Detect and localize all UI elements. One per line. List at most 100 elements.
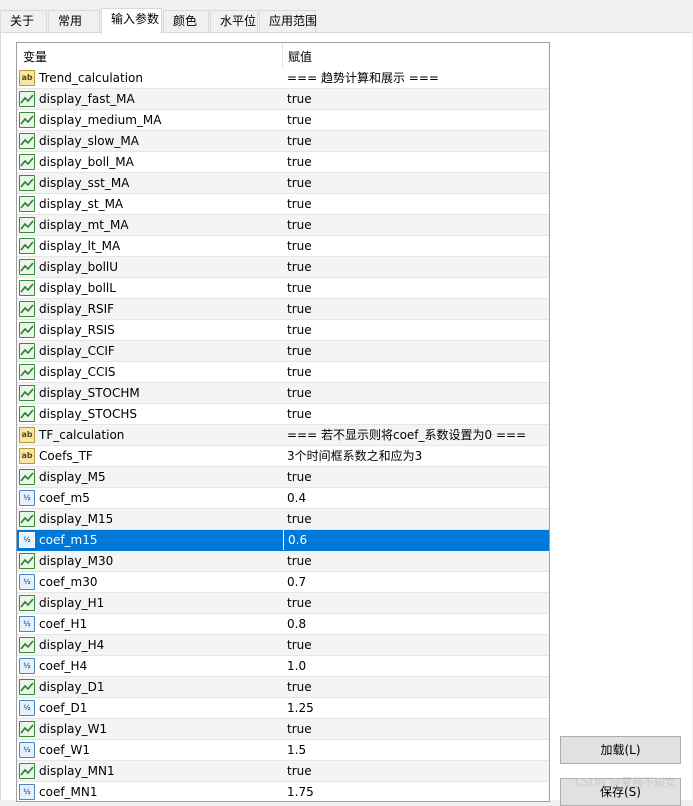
variable-value[interactable]: true <box>283 551 549 571</box>
variable-value[interactable]: true <box>283 677 549 697</box>
variable-value[interactable]: true <box>283 467 549 487</box>
tab-about[interactable]: 关于 <box>0 10 47 32</box>
table-row[interactable]: ½ coef_W1 1.5 <box>17 740 549 761</box>
variable-value[interactable]: true <box>283 509 549 529</box>
table-row[interactable]: ½ coef_m5 0.4 <box>17 488 549 509</box>
variable-value[interactable]: === 若不显示则将coef_系数设置为0 === <box>283 425 549 445</box>
table-row[interactable]: display_boll_MA true <box>17 152 549 173</box>
table-row[interactable]: ½ coef_H1 0.8 <box>17 614 549 635</box>
variable-value[interactable]: true <box>283 110 549 130</box>
variable-name: display_STOCHS <box>39 407 138 421</box>
table-row[interactable]: display_STOCHS true <box>17 404 549 425</box>
table-row[interactable]: display_RSIF true <box>17 299 549 320</box>
variable-value[interactable]: 1.5 <box>283 740 549 760</box>
variable-value[interactable]: true <box>283 383 549 403</box>
variable-name: coef_MN1 <box>39 785 98 799</box>
tab-inputs[interactable]: 输入参数 <box>101 8 162 34</box>
table-row[interactable]: display_H1 true <box>17 593 549 614</box>
table-row[interactable]: ab TF_calculation === 若不显示则将coef_系数设置为0 ==… <box>17 425 549 446</box>
table-row[interactable]: display_M30 true <box>17 551 549 572</box>
bool-icon <box>19 679 35 695</box>
variable-value[interactable]: true <box>283 719 549 739</box>
double-icon: ½ <box>19 616 35 632</box>
table-row[interactable]: display_st_MA true <box>17 194 549 215</box>
table-row[interactable]: display_CCIF true <box>17 341 549 362</box>
bool-icon <box>19 406 35 422</box>
table-row[interactable]: display_M15 true <box>17 509 549 530</box>
variable-value[interactable]: === 趋势计算和展示 === <box>283 68 549 88</box>
table-row[interactable]: display_RSIS true <box>17 320 549 341</box>
table-row[interactable]: display_slow_MA true <box>17 131 549 152</box>
variable-value[interactable]: true <box>283 89 549 109</box>
table-row[interactable]: display_MN1 true <box>17 761 549 782</box>
table-row[interactable]: display_bollU true <box>17 257 549 278</box>
parameters-grid[interactable]: 变量 赋值 ab Trend_calculation === 趋势计算和展示 ===… <box>16 42 550 802</box>
table-row[interactable]: display_M5 true <box>17 467 549 488</box>
variable-value[interactable]: true <box>283 404 549 424</box>
variable-value[interactable]: 1.0 <box>283 656 549 676</box>
variable-value[interactable]: true <box>283 362 549 382</box>
variable-value[interactable]: true <box>283 278 549 298</box>
variable-value[interactable]: true <box>283 761 549 781</box>
table-row[interactable]: ab Coefs_TF 3个时间框系数之和应为3 <box>17 446 549 467</box>
variable-name: display_CCIS <box>39 365 116 379</box>
column-header-variable[interactable]: 变量 <box>23 48 47 65</box>
variable-value[interactable]: true <box>283 173 549 193</box>
variable-value[interactable]: true <box>283 635 549 655</box>
bool-icon <box>19 112 35 128</box>
variable-value[interactable]: true <box>283 215 549 235</box>
variable-value[interactable]: true <box>283 236 549 256</box>
variable-name: display_slow_MA <box>39 134 139 148</box>
table-row[interactable]: ½ coef_m15 0.6 <box>17 530 549 551</box>
variable-name: display_CCIF <box>39 344 115 358</box>
variable-value[interactable]: true <box>283 593 549 613</box>
bool-icon <box>19 385 35 401</box>
tab-colors[interactable]: 颜色 <box>163 10 209 32</box>
variable-value[interactable]: 1.75 <box>283 782 549 801</box>
tab-visualization[interactable]: 应用范围 <box>259 10 317 32</box>
grid-header: 变量 赋值 <box>17 43 549 69</box>
variable-value[interactable]: 0.4 <box>283 488 549 508</box>
variable-value[interactable]: 3个时间框系数之和应为3 <box>283 446 549 466</box>
table-row[interactable]: ½ coef_MN1 1.75 <box>17 782 549 801</box>
variable-value[interactable]: true <box>283 194 549 214</box>
table-row[interactable]: ab Trend_calculation === 趋势计算和展示 === <box>17 68 549 89</box>
table-row[interactable]: display_sst_MA true <box>17 173 549 194</box>
bool-icon <box>19 280 35 296</box>
variable-name: coef_W1 <box>39 743 91 757</box>
table-row[interactable]: display_W1 true <box>17 719 549 740</box>
variable-value[interactable]: true <box>283 152 549 172</box>
table-row[interactable]: ½ coef_H4 1.0 <box>17 656 549 677</box>
table-row[interactable]: display_H4 true <box>17 635 549 656</box>
variable-value[interactable]: 0.7 <box>283 572 549 592</box>
table-row[interactable]: display_medium_MA true <box>17 110 549 131</box>
table-row[interactable]: display_STOCHM true <box>17 383 549 404</box>
load-button[interactable]: 加载(L) <box>560 736 681 764</box>
variable-value[interactable]: 1.25 <box>283 698 549 718</box>
tab-levels[interactable]: 水平位 <box>210 10 258 32</box>
tab-label: 常用 <box>58 14 83 28</box>
table-row[interactable]: display_D1 true <box>17 677 549 698</box>
table-row[interactable]: display_fast_MA true <box>17 89 549 110</box>
bool-icon <box>19 553 35 569</box>
table-row[interactable]: ½ coef_D1 1.25 <box>17 698 549 719</box>
variable-value[interactable]: true <box>283 299 549 319</box>
table-row[interactable]: display_lt_MA true <box>17 236 549 257</box>
variable-name: display_sst_MA <box>39 176 130 190</box>
variable-value[interactable]: true <box>283 257 549 277</box>
variable-value[interactable]: true <box>283 341 549 361</box>
tab-common[interactable]: 常用 <box>48 10 100 32</box>
variable-value[interactable]: true <box>283 131 549 151</box>
table-row[interactable]: display_CCIS true <box>17 362 549 383</box>
variable-value[interactable]: 0.6 <box>283 530 549 550</box>
variable-value[interactable]: true <box>283 320 549 340</box>
variable-name: coef_m30 <box>39 575 98 589</box>
table-row[interactable]: display_mt_MA true <box>17 215 549 236</box>
variable-name: display_boll_MA <box>39 155 134 169</box>
variable-value[interactable]: 0.8 <box>283 614 549 634</box>
bool-icon <box>19 196 35 212</box>
table-row[interactable]: ½ coef_m30 0.7 <box>17 572 549 593</box>
bool-icon <box>19 322 35 338</box>
column-header-value[interactable]: 赋值 <box>288 48 312 65</box>
table-row[interactable]: display_bollL true <box>17 278 549 299</box>
